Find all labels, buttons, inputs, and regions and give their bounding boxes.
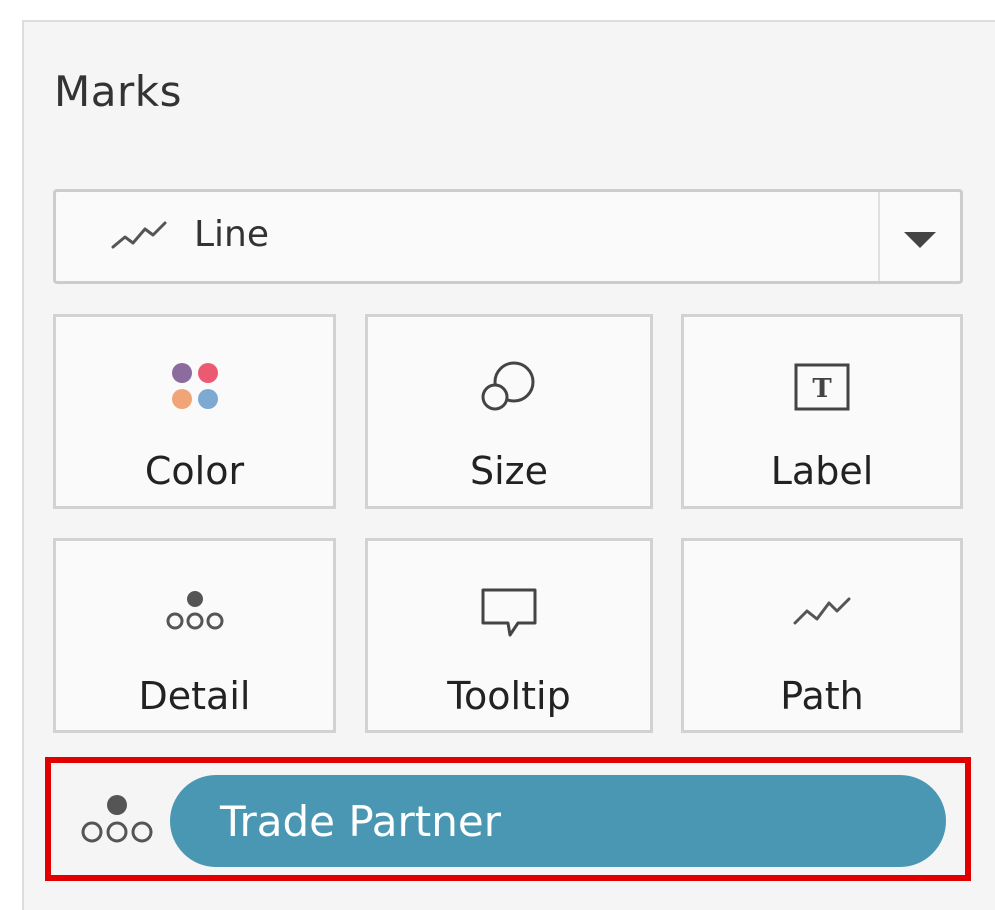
detail-icon	[164, 589, 226, 635]
color-card-label: Color	[144, 449, 245, 493]
path-card[interactable]: Path	[681, 538, 963, 733]
detail-icon	[80, 794, 154, 850]
size-icon	[479, 359, 539, 417]
size-card-label: Size	[469, 449, 548, 493]
marks-title: Marks	[54, 67, 182, 116]
svg-text:T: T	[812, 374, 832, 404]
label-card[interactable]: T Label	[681, 314, 963, 509]
chevron-down-icon[interactable]	[904, 232, 936, 248]
label-card-label: Label	[770, 449, 874, 493]
color-card[interactable]: Color	[53, 314, 336, 509]
size-card[interactable]: Size	[365, 314, 653, 509]
trade-partner-pill-label: Trade Partner	[220, 797, 501, 846]
line-chart-icon	[111, 219, 167, 259]
color-icon	[169, 360, 221, 416]
top-strip	[0, 0, 995, 12]
tooltip-icon	[480, 587, 538, 643]
mark-type-dropdown[interactable]: Line	[53, 189, 963, 284]
detail-card[interactable]: Detail	[53, 538, 336, 733]
detail-card-label: Detail	[138, 674, 251, 718]
trade-partner-pill[interactable]: Trade Partner	[170, 775, 946, 867]
tooltip-card-label: Tooltip	[447, 674, 571, 718]
path-card-label: Path	[780, 674, 864, 718]
path-icon	[793, 595, 851, 633]
mark-type-value: Line	[194, 214, 270, 255]
dropdown-divider	[878, 192, 880, 281]
tooltip-card[interactable]: Tooltip	[365, 538, 653, 733]
label-icon: T	[794, 363, 850, 415]
